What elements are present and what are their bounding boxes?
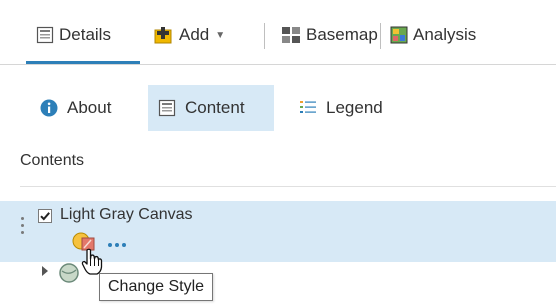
tab-about-label: About [67,98,112,117]
analysis-label: Analysis [413,25,477,44]
layer-visibility-checkbox[interactable] [38,209,52,223]
drag-handle-icon[interactable] [20,217,26,237]
toolbar-divider-line [0,64,556,65]
contents-divider [20,186,556,187]
add-button[interactable]: Add ▼ [154,24,225,46]
map-viewer-panel: Details Add ▼ Basemap Analysis About Con… [0,0,556,305]
tab-legend-label: Legend [326,98,383,117]
details-label: Details [59,25,111,44]
content-icon [158,99,176,117]
top-toolbar: Details Add ▼ Basemap Analysis [0,0,556,68]
analysis-button[interactable]: Analysis [390,24,476,46]
change-style-tooltip: Change Style [99,273,214,301]
basemap-label: Basemap [306,25,378,44]
toolbar-divider [264,23,265,49]
more-options-icon[interactable] [108,243,129,247]
contents-heading: Contents [20,152,85,169]
details-icon [36,26,54,44]
checkbox-icon [40,212,50,221]
basemap-button[interactable]: Basemap [281,24,378,46]
tab-about[interactable]: About [40,85,111,131]
tab-legend[interactable]: Legend [299,85,383,131]
info-icon [40,99,58,117]
details-button[interactable]: Details [36,24,111,46]
layer-icon [58,262,80,289]
layer-name: Light Gray Canvas [60,206,193,223]
add-icon [154,26,174,44]
add-label: Add [179,25,210,44]
toolbar-divider [380,23,381,49]
tab-content-label: Content [185,98,245,117]
tab-content[interactable]: Content [148,85,274,131]
legend-icon [299,99,317,117]
expand-caret-icon[interactable] [42,266,48,276]
caret-down-icon: ▼ [215,29,226,41]
basemap-icon [281,26,301,44]
analysis-icon [390,26,408,44]
